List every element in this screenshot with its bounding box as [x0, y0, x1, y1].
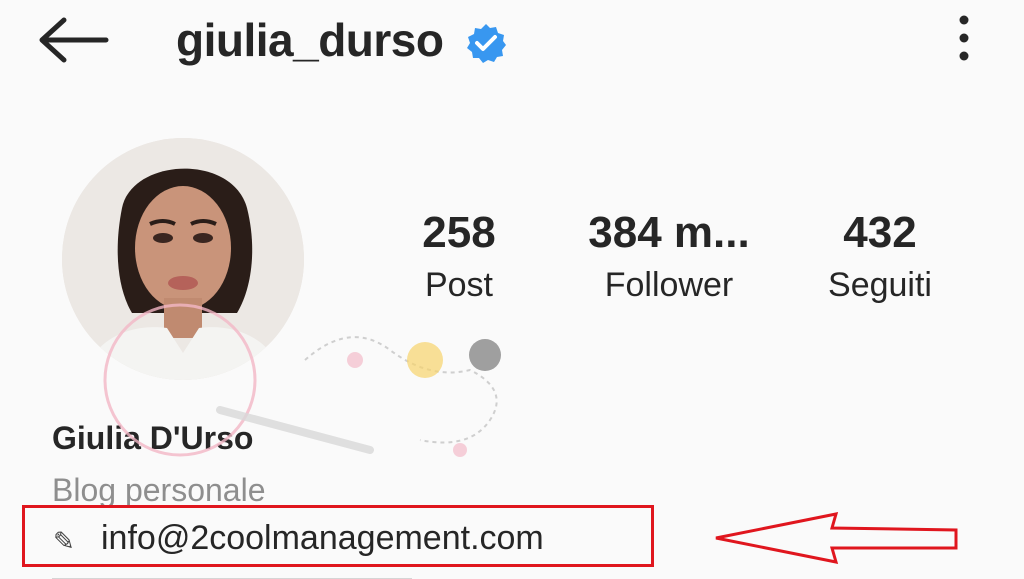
followers-value: 384 m...: [588, 208, 750, 257]
arrow-left-icon[interactable]: [36, 14, 112, 66]
posts-label: Post: [424, 266, 494, 304]
verified-badge-icon: [467, 24, 506, 63]
following-count[interactable]: 432 Seguiti: [800, 205, 960, 309]
top-bar: giulia_durso: [0, 0, 1024, 90]
profile-photo: [62, 138, 304, 380]
red-arrow-annotation: [715, 512, 958, 564]
posts-value: 258: [422, 208, 496, 257]
email-highlight-box: ✎ info@2coolmanagement.com: [22, 505, 654, 567]
more-vertical-icon[interactable]: [944, 12, 984, 68]
profile-category: Blog personale: [52, 472, 266, 508]
following-label: Seguiti: [828, 266, 932, 304]
followers-label: Follower: [604, 266, 734, 304]
pencil-icon: ✎: [53, 526, 75, 556]
profile-email-link[interactable]: info@2coolmanagement.com: [101, 518, 544, 558]
profile-stats: 258 Post 384 m... Follower 432 Seguiti: [380, 205, 980, 325]
profile-full-name: Giulia D'Urso: [52, 420, 254, 456]
followers-count[interactable]: 384 m... Follower: [564, 205, 774, 309]
following-value: 432: [843, 208, 917, 257]
posts-count[interactable]: 258 Post: [394, 205, 524, 309]
truncated-bio-line: [52, 572, 412, 579]
profile-avatar[interactable]: [62, 138, 304, 380]
profile-username: giulia_durso: [176, 14, 444, 66]
